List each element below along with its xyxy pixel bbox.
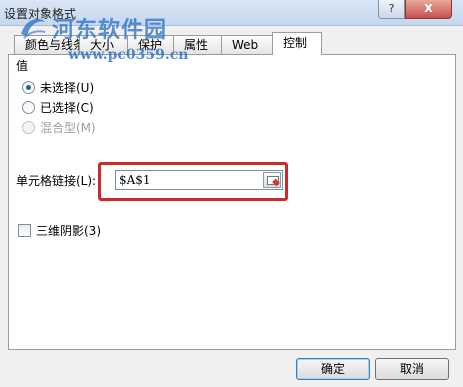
watermark-url: www.pc0359.cn (68, 47, 189, 63)
cancel-button[interactable]: 取消 (375, 358, 449, 380)
radio-label: 已选择(C) (40, 100, 94, 115)
close-button[interactable]: X (405, 0, 452, 19)
shading-checkbox[interactable] (18, 224, 31, 237)
shading-option[interactable]: 三维阴影(3) (18, 222, 101, 239)
radio-label: 混合型(M) (40, 120, 96, 135)
help-button[interactable]: ? (378, 0, 405, 19)
dialog-body: 颜色与线条 大小 保护 属性 Web 控制 值 未选择(U) 已选择(C) 混合… (0, 26, 463, 387)
radio-button[interactable] (22, 100, 35, 114)
ok-button[interactable]: 确定 (296, 358, 370, 380)
radio-button[interactable] (22, 80, 35, 94)
radio-unchecked-option[interactable]: 未选择(U) (22, 79, 94, 95)
control-panel: 值 未选择(U) 已选择(C) 混合型(M) 单元格链接(L): $A$1 三维… (8, 54, 456, 350)
tab-control[interactable]: 控制 (272, 32, 322, 55)
tab-web[interactable]: Web (221, 35, 273, 54)
shading-label: 三维阴影(3) (36, 224, 101, 238)
radio-button (22, 120, 35, 134)
value-group-label: 值 (16, 59, 29, 73)
cell-link-label: 单元格链接(L): (16, 174, 97, 188)
radio-label: 未选择(U) (40, 80, 95, 95)
radio-checked-option[interactable]: 已选择(C) (22, 99, 94, 115)
watermark-logo-icon (21, 18, 46, 39)
highlight-box (98, 162, 288, 201)
radio-mixed-option: 混合型(M) (22, 119, 96, 135)
watermark-text: 河东软件园 (52, 18, 168, 43)
